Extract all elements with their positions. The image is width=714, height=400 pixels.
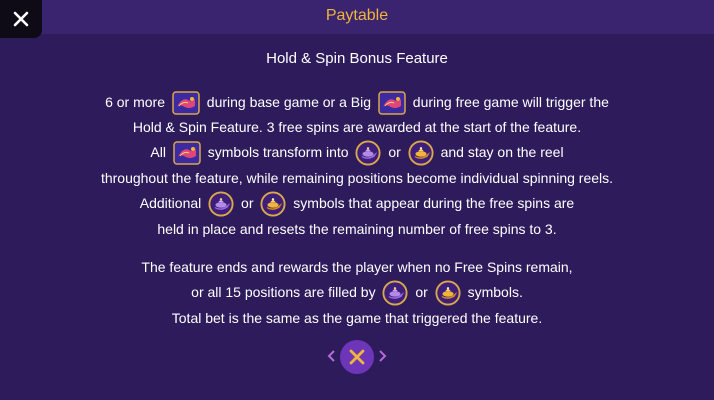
text-line: held in place and resets the remaining n… [157,220,557,237]
text-line: Additional or symbols that appear during… [40,191,674,217]
text-line: Hold & Spin Feature. 3 free spins are aw… [132,119,582,136]
section-heading: Hold & Spin Bonus Feature [266,50,448,67]
purple-lamp-symbol-icon [208,191,234,217]
nav-close-button[interactable] [340,340,374,374]
close-icon [349,349,365,365]
feature-description: 6 or more during base game or a Big duri… [40,90,674,331]
text-line: Total bet is the same as the game that t… [171,310,543,327]
close-icon [13,11,29,27]
chevron-left-icon[interactable] [327,349,336,365]
paytable-navigation [0,340,714,374]
gold-lamp-symbol-icon [408,140,434,166]
text-line: or all 15 positions are filled by or sym… [40,280,674,306]
page-title: Paytable [325,7,389,24]
text-line: All symbols transform into or and stay o… [40,140,674,166]
gold-lamp-symbol-icon [260,191,286,217]
text-line: 6 or more during base game or a Big duri… [40,90,674,115]
purple-lamp-symbol-icon [382,280,408,306]
purple-lamp-symbol-icon [355,140,381,166]
gold-lamp-symbol-icon [435,280,461,306]
text-line: The feature ends and rewards the player … [141,259,573,276]
magic-carpet-symbol-icon [378,91,406,115]
magic-carpet-symbol-icon [172,91,200,115]
text-line: throughout the feature, while remaining … [100,170,614,187]
chevron-right-icon[interactable] [378,349,387,365]
magic-carpet-symbol-icon [173,141,201,165]
close-button[interactable] [0,0,42,38]
